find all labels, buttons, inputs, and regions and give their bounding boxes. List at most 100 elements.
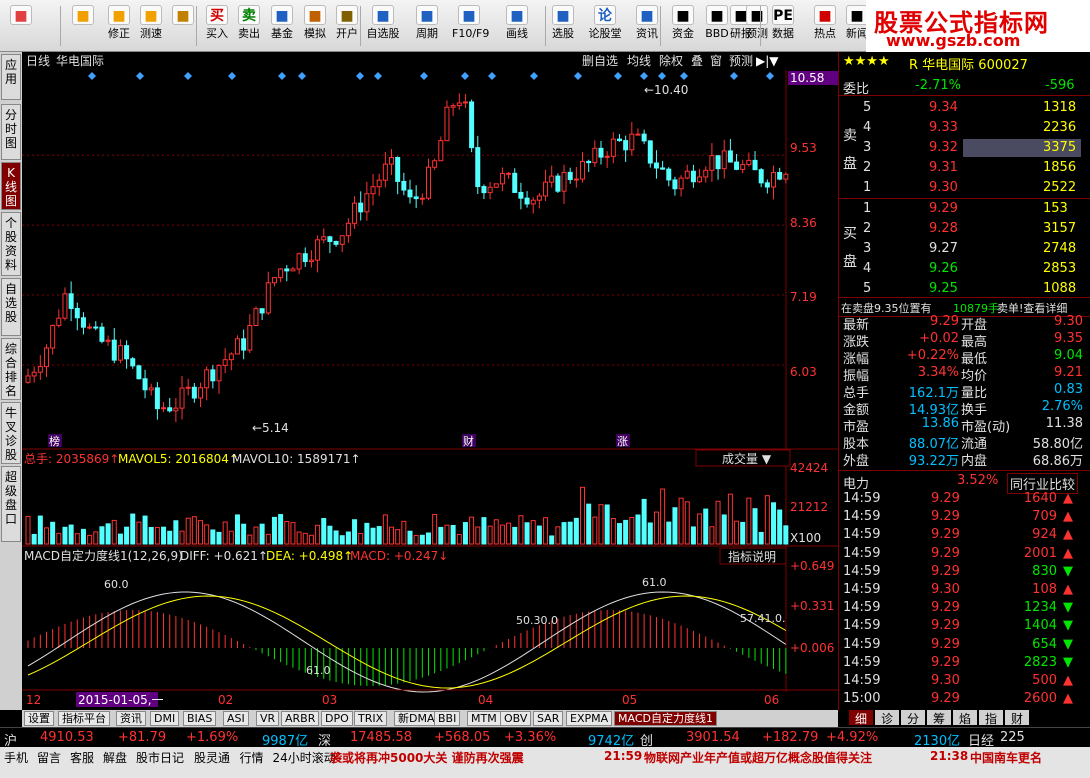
left-tab-4[interactable]: 自选股 (1, 278, 21, 336)
left-tab-7[interactable]: 超级盘口 (1, 466, 21, 542)
chart-menu-0[interactable]: 删自选 (582, 54, 618, 68)
indicator-tab-8[interactable]: DPO (321, 711, 353, 726)
event-marker-icon[interactable] (766, 72, 774, 80)
toolbar-clock-button[interactable]: ■ (166, 2, 200, 50)
news-bar-item-2[interactable]: 客服 (70, 749, 94, 766)
event-marker-icon[interactable] (488, 72, 496, 80)
quote-tab-3[interactable]: 筹 (927, 710, 951, 726)
indicator-tab-5[interactable]: ASI (223, 711, 249, 726)
indicator-tab-12[interactable]: MTM (467, 711, 501, 726)
indicator-tab-4[interactable]: BIAS (183, 711, 217, 726)
quote-tab-0[interactable]: 细 (849, 710, 873, 726)
indicator-tab-3[interactable]: DMI (150, 711, 180, 726)
news-bar-item-7[interactable]: 24小时滚动 (273, 749, 336, 766)
event-marker-icon[interactable] (356, 72, 364, 80)
event-marker-icon[interactable] (298, 72, 306, 80)
ask-row[interactable]: 4 9.33 2236 (839, 118, 1090, 138)
bid-row[interactable]: 1 9.29 153 (839, 199, 1090, 219)
quote-tab-6[interactable]: 财 (1005, 710, 1029, 726)
toolbar-hammer-button[interactable]: ■ 模拟 (298, 2, 332, 50)
toolbar-watchlist-button[interactable]: ■ 自选股 (366, 2, 400, 50)
ask-row[interactable]: 3 9.32 3375 (839, 138, 1090, 158)
toolbar-screen-button[interactable]: ■ 选股 (546, 2, 580, 50)
event-marker-icon[interactable] (184, 72, 192, 80)
chart-menu-arrow-icon[interactable]: ▶|▼ (756, 54, 779, 68)
kline-marker-cai[interactable]: 财 (463, 434, 474, 448)
quote-tab-4[interactable]: 焰 (953, 710, 977, 726)
indicator-tab-1[interactable]: 指标平台 (58, 711, 110, 726)
toolbar-lock-button[interactable]: ■ 开户 (330, 2, 364, 50)
indicator-tab-13[interactable]: OBV (500, 711, 532, 726)
left-tab-1[interactable]: 分时图 (1, 104, 21, 160)
event-marker-icon[interactable] (228, 72, 236, 80)
chart-menu-2[interactable]: 除权 (659, 53, 683, 68)
event-marker-icon[interactable] (680, 72, 688, 80)
toolbar-back-arrow-button[interactable]: ■ (66, 2, 100, 50)
toolbar-fire-button[interactable]: ■ 热点 (808, 2, 842, 50)
event-marker-icon[interactable] (374, 72, 382, 80)
toolbar-pe-button[interactable]: PE 数据 (766, 2, 800, 50)
bid-row[interactable]: 3 9.27 2748 (839, 239, 1090, 259)
toolbar-period-button[interactable]: ■ 周期 (410, 2, 444, 50)
news-bar-item-5[interactable]: 股灵通 (194, 749, 230, 766)
left-tab-2[interactable]: K线图 (1, 162, 21, 210)
event-marker-icon[interactable] (88, 72, 96, 80)
toolbar-fund-button[interactable]: ■ 基金 (265, 2, 299, 50)
left-tab-6[interactable]: 牛叉诊股 (1, 402, 21, 464)
toolbar-refresh-button[interactable]: ■ 测速 (134, 2, 168, 50)
news-headline-2[interactable]: 物联网产业年产值或超万亿概念股值得关注 (644, 749, 872, 766)
chart-menu-5[interactable]: 预测 (729, 54, 753, 68)
event-marker-icon[interactable] (278, 72, 286, 80)
bid-row[interactable]: 4 9.26 2853 (839, 259, 1090, 279)
news-bar-item-6[interactable]: 行情 (240, 749, 264, 766)
ask-row[interactable]: 1 9.30 2522 (839, 178, 1090, 198)
toolbar-buy-button[interactable]: 买买入 (200, 2, 234, 50)
event-marker-icon[interactable] (574, 72, 582, 80)
chart-menu-4[interactable]: 窗 (710, 54, 722, 68)
indicator-tab-15[interactable]: EXPMA (566, 711, 613, 726)
toolbar-arrow-up-button[interactable]: ■ 修正 (102, 2, 136, 50)
left-tab-5[interactable]: 综合排名 (1, 338, 21, 400)
chart-menu-1[interactable]: 均线 (627, 54, 651, 68)
news-headline-3[interactable]: 中国南车更名 (970, 749, 1042, 766)
indicator-tab-16[interactable]: MACD自定力度线1 (614, 711, 717, 726)
indicator-tab-2[interactable]: 资讯 (116, 711, 146, 726)
bid-row[interactable]: 5 9.25 1088 (839, 279, 1090, 299)
indicator-tab-7[interactable]: ARBR (281, 711, 320, 726)
left-tab-3[interactable]: 个股资料 (1, 212, 21, 276)
event-marker-icon[interactable] (136, 72, 144, 80)
toolbar-forum-button[interactable]: 论论股堂 (588, 2, 622, 50)
chart-menu-3[interactable]: 叠 (691, 54, 703, 68)
event-marker-icon[interactable] (461, 72, 469, 80)
event-marker-icon[interactable] (530, 72, 538, 80)
indicator-tab-10[interactable]: 新DMA (394, 711, 439, 726)
news-bar-item-0[interactable]: 手机 (4, 749, 28, 766)
news-headline-1[interactable]: 袭或将再冲5000大关 谨防再次强震 (330, 749, 524, 766)
toolbar-windows-button[interactable]: ■ (4, 2, 38, 50)
news-bar-item-4[interactable]: 股市日记 (136, 749, 184, 766)
indicator-tab-14[interactable]: SAR (533, 711, 564, 726)
event-marker-icon[interactable] (640, 72, 648, 80)
bid-row[interactable]: 2 9.28 3157 (839, 219, 1090, 239)
news-bar-item-1[interactable]: 留言 (37, 749, 61, 766)
toolbar-sell-button[interactable]: 卖卖出 (232, 2, 266, 50)
kline-marker-zhang[interactable]: 涨 (617, 435, 628, 448)
indicator-tab-11[interactable]: BBI (434, 711, 461, 726)
ask-row[interactable]: 5 9.34 1318 (839, 98, 1090, 118)
toolbar-f10-button[interactable]: ■ F10/F9 (452, 2, 489, 50)
indicator-tab-0[interactable]: 设置 (24, 711, 54, 726)
kline-marker-bang[interactable]: 榜 (49, 434, 60, 448)
toolbar-pencil-button[interactable]: ■ 画线 (500, 2, 534, 50)
quote-tab-1[interactable]: 诊 (875, 710, 899, 726)
event-marker-icon[interactable] (658, 72, 666, 80)
quote-tab-5[interactable]: 指 (979, 710, 1003, 726)
quote-tab-2[interactable]: 分 (901, 710, 925, 726)
toolbar-news-button[interactable]: ■ 资讯 (630, 2, 664, 50)
ask-row[interactable]: 2 9.31 1856 (839, 158, 1090, 178)
toolbar-fund-flow-button[interactable]: ■ 资金 (666, 2, 700, 50)
news-bar-item-3[interactable]: 解盘 (103, 749, 127, 766)
indicator-tab-6[interactable]: VR (256, 711, 280, 726)
left-tab-0[interactable]: 应用 (1, 54, 21, 100)
event-marker-icon[interactable] (730, 72, 738, 80)
indicator-tab-9[interactable]: TRIX (354, 711, 388, 726)
